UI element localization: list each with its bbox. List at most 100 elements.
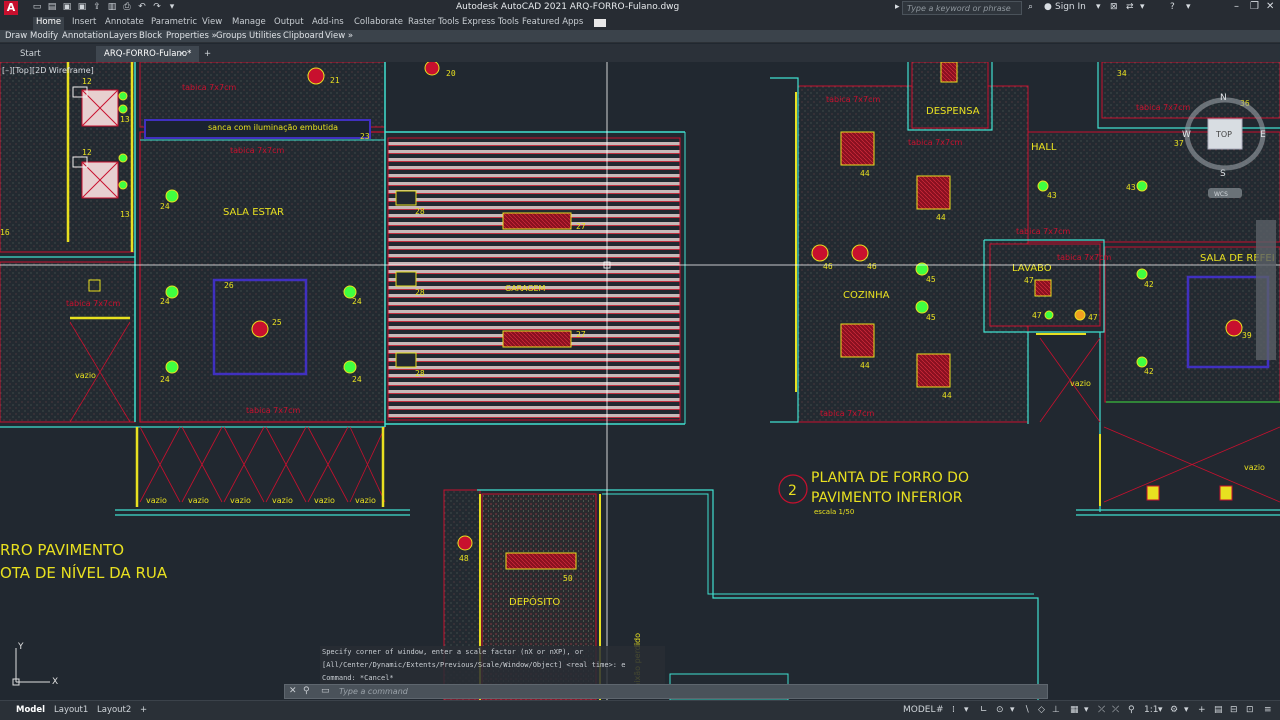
clean-screen-icon[interactable]: ⊡ (1246, 705, 1254, 715)
search-input[interactable]: Type a keyword or phrase (902, 1, 1022, 15)
workspace-dropdown-icon[interactable]: ▾ (1184, 705, 1189, 715)
navigation-bar[interactable] (1256, 220, 1276, 360)
saveas-icon[interactable]: ▣ (77, 2, 87, 13)
tab-layout1[interactable]: Layout1 (48, 704, 94, 716)
viewcube-east[interactable]: E (1260, 130, 1266, 140)
annotation-scale-value[interactable]: 1:1 (1144, 705, 1158, 715)
plot-icon[interactable]: ⎙ (122, 2, 132, 13)
restore-icon[interactable]: ❐ (1250, 1, 1259, 12)
sign-in-link[interactable]: Sign In (1055, 2, 1086, 12)
panel-groups[interactable]: Groups (216, 31, 246, 41)
tab-output[interactable]: Output (274, 17, 304, 27)
viewcube-west[interactable]: W (1182, 130, 1191, 140)
tab-parametric[interactable]: Parametric (151, 17, 197, 27)
close-icon[interactable]: ✕ (1266, 1, 1274, 12)
viewcube-north[interactable]: N (1220, 93, 1227, 103)
annotation-monitor-icon[interactable]: + (1198, 705, 1206, 715)
workspace-gear-icon[interactable]: ⚙ (1170, 705, 1178, 715)
otrack-icon[interactable]: ⊥ (1052, 705, 1060, 715)
panel-view[interactable]: View » (325, 31, 353, 41)
dropdown-icon[interactable]: ▾ (167, 2, 177, 13)
undo-icon[interactable]: ↶ (137, 2, 147, 13)
scale-dropdown-icon[interactable]: ▾ (1158, 705, 1163, 715)
drawing-svg[interactable]: 12 13 12 13 16 20 21 23 24 24 24 24 24 2… (0, 62, 1280, 700)
panel-block[interactable]: Block (139, 31, 162, 41)
snap-icon[interactable]: ⁞ (952, 705, 955, 715)
open-icon[interactable]: ▤ (47, 2, 57, 13)
title-bar: A ▭ ▤ ▣ ▣ ⇪ ▥ ⎙ ↶ ↷ ▾ Autodesk AutoCAD 2… (0, 0, 1280, 16)
new-icon[interactable]: ▭ (32, 2, 42, 13)
annotation-visibility-icon[interactable]: ⤫ (1112, 705, 1119, 715)
viewport-controls[interactable]: [–][Top][2D Wireframe] (2, 66, 94, 75)
grid-icon[interactable]: # (936, 705, 944, 715)
tab-view[interactable]: View (202, 17, 222, 27)
snap-dropdown-icon[interactable]: ▾ (964, 705, 969, 715)
share-icon[interactable]: ▥ (107, 2, 117, 13)
marker-12b: 12 (82, 148, 92, 157)
save-icon[interactable]: ▣ (62, 2, 72, 13)
sign-in-dropdown-icon[interactable]: ▾ (1096, 2, 1101, 12)
tab-layout2[interactable]: Layout2 (91, 704, 137, 716)
panel-draw[interactable]: Draw (5, 31, 27, 41)
user-icon[interactable]: ● (1044, 2, 1052, 12)
command-close-icon[interactable]: ✕ (289, 686, 297, 696)
redo-icon[interactable]: ↷ (152, 2, 162, 13)
command-history: Specify corner of window, enter a scale … (320, 646, 665, 685)
cart-icon[interactable]: ⊠ (1110, 2, 1118, 12)
panel-modify[interactable]: Modify (30, 31, 58, 41)
drawing-canvas[interactable]: 12 13 12 13 16 20 21 23 24 24 24 24 24 2… (0, 62, 1280, 700)
minimize-icon[interactable]: – (1234, 1, 1239, 12)
tab-insert[interactable]: Insert (72, 17, 96, 27)
isodraft-icon[interactable]: ∖ (1024, 705, 1030, 715)
tab-home[interactable]: Home (33, 17, 65, 30)
viewcube-top[interactable]: TOP (1215, 130, 1232, 139)
tab-annotate[interactable]: Annotate (105, 17, 144, 27)
panel-utilities[interactable]: Utilities (249, 31, 281, 41)
ortho-icon[interactable]: ∟ (980, 705, 988, 715)
panel-annotation[interactable]: Annotation (62, 31, 109, 41)
label-vazio-5: vazio (272, 496, 293, 505)
osnap-icon[interactable]: ◇ (1038, 705, 1045, 715)
lineweight-dropdown-icon[interactable]: ▾ (1084, 705, 1089, 715)
close-tab-icon[interactable]: × (176, 46, 187, 62)
new-tab-icon[interactable]: + (202, 46, 213, 62)
help-icon[interactable]: ? (1170, 2, 1175, 12)
add-layout-icon[interactable]: + (134, 704, 153, 716)
annotation-scale-icon[interactable]: ⤫ (1098, 705, 1105, 715)
auto-scale-icon[interactable]: ⚲ (1128, 705, 1135, 715)
tab-raster-tools[interactable]: Raster Tools (408, 17, 459, 27)
customize-icon[interactable]: ≡ (1264, 705, 1272, 715)
tab-collaborate[interactable]: Collaborate (354, 17, 403, 27)
tab-featured-apps[interactable]: Featured Apps (522, 17, 583, 27)
search-arrow-icon[interactable]: ▸ (895, 2, 900, 12)
search-icon[interactable]: ⌕ (1028, 2, 1033, 12)
exchange-dropdown-icon[interactable]: ▾ (1140, 2, 1145, 12)
command-input[interactable]: Type a command (339, 686, 1039, 697)
ribbon-minimize-icon[interactable] (594, 19, 606, 27)
panel-layers[interactable]: Layers (109, 31, 137, 41)
tab-start[interactable]: Start (12, 46, 49, 62)
polar-dropdown-icon[interactable]: ▾ (1010, 705, 1015, 715)
command-settings-icon[interactable]: ⚲ (303, 686, 310, 696)
help-dropdown-icon[interactable]: ▾ (1186, 2, 1191, 12)
tab-model[interactable]: Model (10, 704, 51, 716)
tab-manage[interactable]: Manage (232, 17, 266, 27)
upload-icon[interactable]: ⇪ (92, 2, 102, 13)
model-space-button[interactable]: MODEL (903, 705, 935, 715)
viewcube-wcs[interactable]: WCS (1214, 191, 1228, 198)
polar-icon[interactable]: ⊙ (996, 705, 1004, 715)
label-vazio-6: vazio (314, 496, 335, 505)
exchange-icon[interactable]: ⇄ (1126, 2, 1134, 12)
tab-add-ins[interactable]: Add-ins (312, 17, 344, 27)
autocad-logo[interactable]: A (4, 1, 18, 15)
viewcube-graphic[interactable]: TOP N S E W WCS (1170, 92, 1280, 212)
viewcube-south[interactable]: S (1220, 169, 1226, 179)
panel-clipboard[interactable]: Clipboard (283, 31, 324, 41)
quick-properties-icon[interactable]: ⊟ (1230, 705, 1238, 715)
panel-properties[interactable]: Properties » (166, 31, 217, 41)
command-history-icon[interactable]: ▭ (321, 686, 330, 696)
units-icon[interactable]: ▤ (1214, 705, 1223, 715)
lineweight-icon[interactable]: ▦ (1070, 705, 1079, 715)
viewcube[interactable]: TOP N S E W WCS (1170, 92, 1280, 212)
tab-express-tools[interactable]: Express Tools (462, 17, 519, 27)
